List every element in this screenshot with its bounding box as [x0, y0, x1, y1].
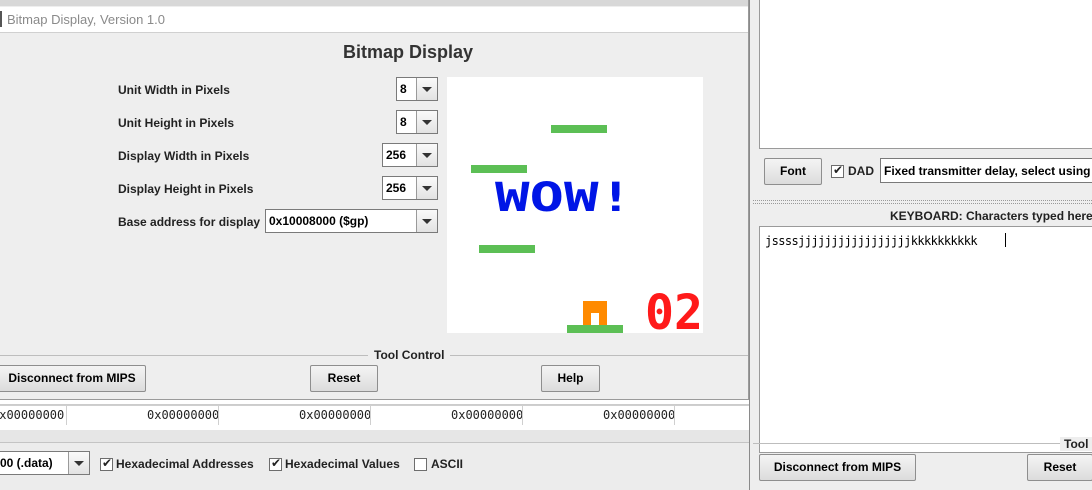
unit-height-value: 8	[400, 115, 407, 129]
data-cell: 0x00000000	[0, 408, 65, 422]
platform	[479, 245, 535, 253]
platform	[471, 165, 527, 173]
chevron-down-icon[interactable]	[416, 111, 437, 133]
data-cell: 0x00000000	[147, 408, 220, 422]
display-height-label: Display Height in Pixels	[118, 182, 254, 196]
data-cell: 0x00000000	[451, 408, 524, 422]
font-button[interactable]: Font	[764, 158, 822, 185]
unit-width-select[interactable]: 8	[396, 77, 438, 101]
hex-values-label: Hexadecimal Values	[285, 457, 400, 471]
data-cell: 0x00000000	[603, 408, 676, 422]
unit-width-value: 8	[400, 82, 407, 96]
chevron-down-icon[interactable]	[416, 177, 437, 199]
player-sprite	[583, 301, 607, 325]
chevron-down-icon[interactable]	[416, 144, 437, 166]
score-display: 02	[645, 289, 703, 333]
dad-label: DAD	[848, 164, 874, 178]
hex-addresses-label: Hexadecimal Addresses	[116, 457, 254, 471]
platform	[551, 125, 607, 133]
title-bar-strip	[0, 0, 748, 6]
tool-control-label: Tool Control	[368, 348, 451, 362]
reset-button[interactable]: Reset	[310, 365, 378, 392]
hex-values-checkbox[interactable]	[269, 456, 282, 471]
page-title: Bitmap Display	[342, 42, 474, 62]
display-text-area[interactable]	[759, 0, 1092, 149]
display-width-label: Display Width in Pixels	[118, 149, 250, 163]
chevron-down-icon[interactable]	[416, 210, 437, 232]
segment-select-value: 00 (.data)	[0, 456, 53, 470]
delay-select-value: Fixed transmitter delay, select using	[884, 164, 1091, 178]
unit-height-select[interactable]: 8	[396, 110, 438, 134]
bitmap-window: Bitmap Display, Version 1.0 Bitmap Displ…	[0, 0, 749, 400]
display-width-select[interactable]: 256	[382, 143, 438, 167]
unit-width-label: Unit Width in Pixels	[118, 83, 230, 97]
chevron-down-icon[interactable]	[416, 78, 437, 100]
bitmap-screen: WOW! 02	[447, 77, 703, 333]
hex-addresses-checkbox[interactable]	[100, 456, 113, 471]
banner-text-label: WOW!	[495, 179, 633, 215]
data-cell: 0x00000000	[299, 408, 372, 422]
base-address-label: Base address for display	[118, 215, 261, 229]
delay-select[interactable]: Fixed transmitter delay, select using	[880, 158, 1092, 183]
base-address-select[interactable]: 0x10008000 ($gp)	[265, 209, 438, 233]
keyboard-header: KEYBOARD: Characters typed here a	[890, 209, 1092, 223]
mmio-window: Font DAD Fixed transmitter delay, select…	[749, 0, 1092, 490]
platform	[567, 325, 623, 333]
unit-height-label: Unit Height in Pixels	[118, 116, 235, 130]
keyboard-panel-border	[753, 200, 1092, 204]
base-address-value: 0x10008000 ($gp)	[269, 214, 369, 228]
tool-control-divider	[753, 443, 1092, 444]
help-button[interactable]: Help	[541, 365, 600, 392]
text-cursor	[1005, 233, 1006, 247]
window-title-bar[interactable]: Bitmap Display, Version 1.0	[0, 7, 748, 33]
data-table-row: 0x00000000 0x00000000 0x00000000 0x00000…	[0, 405, 760, 426]
segment-select[interactable]: 00 (.data)	[0, 451, 90, 475]
display-height-select[interactable]: 256	[382, 176, 438, 200]
display-width-value: 256	[386, 148, 407, 162]
ascii-checkbox[interactable]	[414, 458, 427, 471]
keyboard-input-text: jssssjjjjjjjjjjjjjjjjjkkkkkkkkkk	[765, 234, 978, 248]
tool-control-label: Tool C	[1060, 437, 1092, 451]
disconnect-button[interactable]: Disconnect from MIPS	[759, 454, 916, 481]
disconnect-button[interactable]: Disconnect from MIPS	[0, 365, 146, 392]
ascii-label: ASCII	[431, 457, 464, 471]
window-title: Bitmap Display, Version 1.0	[7, 12, 165, 27]
score-value: 02	[645, 289, 703, 333]
banner-text: WOW!	[495, 179, 633, 215]
chevron-down-icon[interactable]	[68, 452, 89, 474]
data-scroll-divider	[0, 430, 760, 443]
reset-button[interactable]: Reset	[1027, 454, 1092, 481]
dad-checkbox[interactable]	[831, 163, 844, 178]
display-height-value: 256	[386, 181, 407, 195]
keyboard-input[interactable]: jssssjjjjjjjjjjjjjjjjjkkkkkkkkkk	[759, 226, 1092, 453]
